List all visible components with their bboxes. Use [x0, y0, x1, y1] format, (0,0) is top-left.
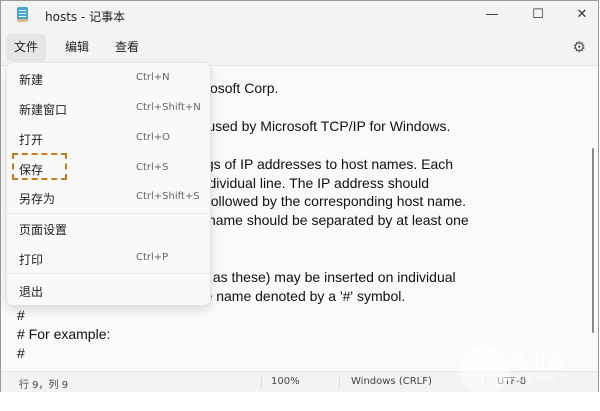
file-dropdown-menu: 新建 Ctrl+N 新建窗口 Ctrl+Shift+N 打开 Ctrl+O 保存 Ctrl+S… [6, 62, 211, 306]
menu-item-label: 新建 [19, 73, 44, 87]
menu-item-label: 新建窗口 [19, 103, 68, 117]
watermark-site: luyouqi.com [500, 374, 556, 384]
watermark-logo-icon [460, 345, 510, 395]
menu-item-6[interactable]: 打印 Ctrl+P [7, 245, 210, 273]
menu-item-shortcut: Ctrl+O [136, 132, 171, 143]
menu-item-label: 另存为 [19, 192, 56, 206]
menu-item-1[interactable]: 新建窗口 Ctrl+Shift+N [7, 95, 210, 123]
menu-view[interactable]: 查看 [107, 34, 147, 61]
menu-item-label: 退出 [19, 285, 44, 299]
cursor-position: 行 9，列 9 [19, 380, 69, 391]
minimize-button[interactable]: — [477, 5, 507, 25]
save-highlight-box [12, 153, 67, 180]
vertical-scrollbar[interactable] [592, 148, 594, 333]
menu-item-shortcut: Ctrl+S [136, 162, 169, 173]
menu-item-7[interactable]: 退出 [7, 277, 210, 305]
menu-item-label: 打印 [19, 253, 44, 267]
text-line: # [17, 306, 25, 323]
menu-file[interactable]: 文件 [6, 34, 47, 61]
menu-separator [7, 213, 210, 214]
menu-item-shortcut: Ctrl+N [136, 72, 170, 83]
menu-item-4[interactable]: 另存为 Ctrl+Shift+S [7, 184, 210, 212]
menu-item-label: 页面设置 [19, 223, 68, 237]
window-title: hosts - 记事本 [45, 10, 126, 24]
menu-item-0[interactable]: 新建 Ctrl+N [7, 65, 210, 93]
watermark-title: 路由器 [510, 352, 564, 373]
title-bar: hosts - 记事本 — ☐ ✕ [1, 1, 598, 31]
close-button[interactable]: ✕ [567, 5, 597, 25]
menu-item-shortcut: Ctrl+P [136, 252, 169, 263]
text-line: # [17, 344, 25, 361]
line-ending: Windows (CRLF) [351, 376, 432, 387]
menu-item-shortcut: Ctrl+Shift+N [136, 102, 201, 113]
menu-item-label: 打开 [19, 133, 44, 147]
maximize-button[interactable]: ☐ [523, 5, 553, 25]
menu-item-shortcut: Ctrl+Shift+S [136, 191, 200, 202]
menu-item-5[interactable]: 页面设置 [7, 215, 210, 243]
text-line: # For example: [17, 325, 111, 342]
notepad-icon [17, 7, 28, 22]
menu-bar: 文件 编辑 查看 ⚙ [1, 32, 598, 63]
zoom-level: 100% [271, 376, 300, 387]
menu-edit[interactable]: 编辑 [57, 34, 97, 61]
settings-gear-icon[interactable]: ⚙ [573, 38, 586, 56]
menu-item-2[interactable]: 打开 Ctrl+O [7, 125, 210, 153]
menu-separator [7, 273, 210, 274]
